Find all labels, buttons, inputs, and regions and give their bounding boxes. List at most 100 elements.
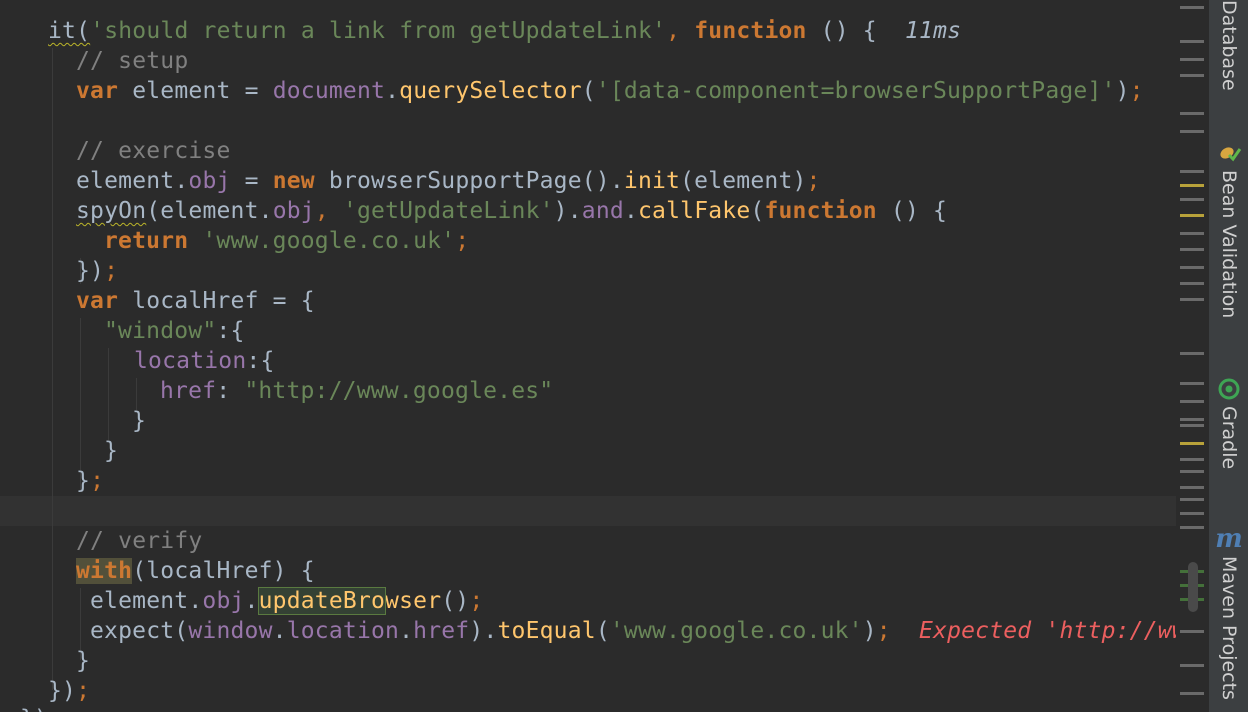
code-line[interactable]: var localHref = { bbox=[76, 286, 315, 316]
property: obj bbox=[188, 168, 231, 194]
property: location bbox=[286, 618, 400, 644]
stripe-mark[interactable] bbox=[1180, 512, 1204, 515]
method-call: init bbox=[623, 168, 681, 194]
code-line[interactable]: var element = document.querySelector('[d… bbox=[76, 76, 1144, 106]
stripe-mark[interactable] bbox=[1180, 486, 1204, 489]
code-text: (element) bbox=[680, 168, 807, 194]
method-call: toEqual bbox=[497, 618, 596, 644]
paren: ( bbox=[595, 618, 610, 644]
indent-guide bbox=[80, 318, 81, 490]
code-line[interactable]: } bbox=[104, 436, 118, 466]
code-line[interactable]: location:{ bbox=[134, 346, 275, 376]
code-line[interactable]: // exercise bbox=[76, 136, 231, 166]
brace: }) bbox=[48, 678, 77, 704]
tab-database[interactable]: Database bbox=[1209, 0, 1248, 91]
paren: ( bbox=[750, 198, 765, 224]
code-line[interactable]: }); bbox=[48, 676, 90, 706]
code-line[interactable]: spyOn(element.obj, 'getUpdateLink').and.… bbox=[76, 196, 947, 226]
property: href bbox=[160, 378, 217, 404]
code-text: element. bbox=[76, 168, 189, 194]
warning-mark[interactable] bbox=[1180, 442, 1204, 445]
code-line[interactable]: element.obj = new browserSupportPage().i… bbox=[76, 166, 821, 196]
code-line[interactable]: href: "http://www.google.es" bbox=[160, 376, 553, 406]
stripe-mark[interactable] bbox=[1180, 130, 1204, 133]
warning-mark[interactable] bbox=[1180, 214, 1204, 217]
code-line[interactable]: "window":{ bbox=[104, 316, 245, 346]
stripe-mark[interactable] bbox=[1180, 248, 1204, 251]
string: "http://www.google.es" bbox=[244, 378, 554, 404]
semicolon: ; bbox=[104, 258, 119, 284]
code-text: :{ bbox=[216, 318, 245, 344]
stripe-mark[interactable] bbox=[1180, 352, 1204, 355]
code-text: () { bbox=[806, 18, 877, 44]
keyword-var: var bbox=[76, 78, 119, 104]
stripe-mark[interactable] bbox=[1180, 470, 1204, 473]
stripe-mark[interactable] bbox=[1180, 170, 1204, 173]
stripe-mark[interactable] bbox=[1180, 6, 1204, 9]
code-line[interactable]: } bbox=[132, 406, 146, 436]
paren: ( bbox=[581, 78, 596, 104]
string: 'www.google.co.uk' bbox=[202, 228, 456, 254]
code-editor[interactable]: it('should return a link from getUpdateL… bbox=[0, 0, 1176, 712]
dot: . bbox=[244, 588, 259, 614]
code-line[interactable]: element.obj.updateBrowser(); bbox=[90, 586, 483, 616]
string: 'getUpdateLink' bbox=[342, 198, 554, 224]
error-stripe-gutter[interactable] bbox=[1176, 0, 1208, 712]
comment: // verify bbox=[76, 528, 203, 554]
scrollbar-thumb[interactable] bbox=[1188, 562, 1198, 612]
code-text: expect( bbox=[90, 618, 189, 644]
code-line[interactable]: return 'www.google.co.uk'; bbox=[104, 226, 469, 256]
code-line[interactable]: }); bbox=[20, 704, 62, 712]
comment: // setup bbox=[76, 48, 189, 74]
method-call: callFake bbox=[638, 198, 751, 224]
stripe-mark[interactable] bbox=[1180, 232, 1204, 235]
stripe-mark[interactable] bbox=[1180, 198, 1204, 201]
code-line[interactable]: expect(window.location.href).toEqual('ww… bbox=[90, 616, 1176, 646]
code-text: element = bbox=[118, 78, 273, 104]
stripe-mark[interactable] bbox=[1180, 630, 1204, 633]
code-line[interactable]: }; bbox=[76, 466, 104, 496]
it-call: it( bbox=[48, 18, 91, 44]
code-line[interactable]: it('should return a link from getUpdateL… bbox=[48, 16, 961, 46]
tab-bean-validation[interactable]: Bean Validation bbox=[1209, 140, 1248, 318]
brace: } bbox=[104, 438, 119, 464]
paren: () bbox=[441, 588, 470, 614]
tab-gradle[interactable]: Gradle bbox=[1209, 376, 1248, 469]
tab-label: Bean Validation bbox=[1218, 170, 1240, 319]
semicolon: ; bbox=[76, 678, 91, 704]
semicolon: ; bbox=[876, 618, 891, 644]
stripe-mark[interactable] bbox=[1180, 112, 1204, 115]
stripe-mark[interactable] bbox=[1180, 282, 1204, 285]
stripe-mark[interactable] bbox=[1180, 40, 1204, 43]
property: obj bbox=[272, 198, 315, 224]
code-line[interactable]: // setup bbox=[76, 46, 188, 76]
stripe-mark[interactable] bbox=[1180, 400, 1204, 403]
stripe-mark[interactable] bbox=[1180, 526, 1204, 529]
code-line[interactable]: // verify bbox=[76, 526, 202, 556]
stripe-mark[interactable] bbox=[1180, 266, 1204, 269]
code-line[interactable]: with(localHref) { bbox=[76, 556, 315, 586]
method-call: querySelector bbox=[399, 78, 582, 104]
stripe-mark[interactable] bbox=[1180, 298, 1204, 301]
code-text: (element. bbox=[146, 198, 273, 224]
stripe-mark[interactable] bbox=[1180, 418, 1204, 421]
code-line[interactable]: } bbox=[76, 646, 90, 676]
stripe-mark[interactable] bbox=[1180, 58, 1204, 61]
stripe-mark[interactable] bbox=[1180, 498, 1204, 501]
test-error-message: Expected 'http://www.g bbox=[918, 618, 1176, 644]
tab-maven-projects[interactable]: m Maven Projects bbox=[1209, 524, 1248, 700]
code-line[interactable]: }); bbox=[76, 256, 118, 286]
stripe-mark[interactable] bbox=[1180, 74, 1204, 77]
gradle-icon bbox=[1216, 376, 1242, 402]
brace: }); bbox=[20, 706, 62, 712]
stripe-mark[interactable] bbox=[1180, 382, 1204, 385]
stripe-mark[interactable] bbox=[1180, 692, 1204, 695]
stripe-mark[interactable] bbox=[1180, 664, 1204, 667]
warning-mark[interactable] bbox=[1180, 184, 1204, 187]
stripe-mark[interactable] bbox=[1180, 458, 1204, 461]
stripe-mark[interactable] bbox=[1180, 424, 1204, 427]
string: "window" bbox=[104, 318, 217, 344]
right-tool-window-bar: Database Bean Validation Gradle m Maven … bbox=[1208, 0, 1248, 712]
semicolon: ; bbox=[90, 468, 105, 494]
comma: , bbox=[666, 18, 681, 44]
